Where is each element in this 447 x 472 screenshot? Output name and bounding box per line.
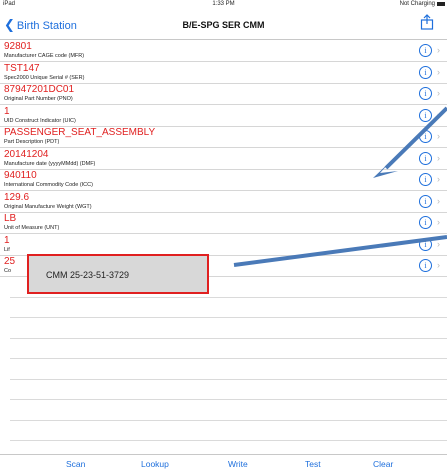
field-value: TST147 xyxy=(4,62,40,74)
field-value: 1 xyxy=(4,105,10,117)
field-value: PASSENGER_SEAT_ASSEMBLY xyxy=(4,127,156,138)
list-item[interactable]: PASSENGER_SEAT_ASSEMBLY Part Description … xyxy=(0,126,447,148)
list-item[interactable]: 940110 International Commodity Code (ICC)… xyxy=(0,169,447,191)
charging-status: Not Charging xyxy=(399,1,435,7)
page-title: B/E-SPG SER CMM xyxy=(182,20,265,30)
tab-clear[interactable]: Clear xyxy=(373,459,393,469)
list-item[interactable]: 87947201DC01 Original Part Number (PNO) i › xyxy=(0,83,447,105)
info-icon[interactable]: i xyxy=(419,173,432,186)
field-value: LB xyxy=(4,213,17,224)
cmm-callout-text: CMM 25-23-51-3729 xyxy=(46,270,130,280)
empty-row-separator xyxy=(10,378,447,380)
disclosure-chevron-icon: › xyxy=(437,217,440,227)
disclosure-chevron-icon: › xyxy=(437,66,440,77)
field-label: Manufacture date (yyyyMMdd) (DMF) xyxy=(4,160,96,167)
empty-row-separator xyxy=(10,399,447,400)
cmm-callout: CMM 25-23-51-3729 xyxy=(27,254,209,294)
disclosure-chevron-icon: › xyxy=(437,260,440,270)
disclosure-chevron-icon: › xyxy=(437,238,440,249)
info-icon[interactable]: i xyxy=(419,216,432,229)
info-icon[interactable]: i xyxy=(419,259,432,272)
info-icon[interactable]: i xyxy=(419,151,432,165)
disclosure-chevron-icon: › xyxy=(437,195,440,206)
info-icon[interactable]: i xyxy=(419,108,432,122)
info-icon[interactable]: i xyxy=(419,194,432,208)
list-item[interactable]: 20141204 Manufacture date (yyyyMMdd) (DMF… xyxy=(0,148,447,170)
disclosure-chevron-icon: › xyxy=(437,109,440,120)
disclosure-chevron-icon: › xyxy=(437,45,440,55)
empty-row-separator xyxy=(10,317,447,318)
tab-lookup[interactable]: Lookup xyxy=(141,459,169,469)
field-label: UID Construct Indicator (UIC) xyxy=(4,117,76,124)
status-bar: iPad 1:33 PM Not Charging xyxy=(0,0,447,9)
info-icon[interactable]: i xyxy=(419,44,432,57)
list-item[interactable]: TST147 Spec2000 Unique Serial # (SER) i › xyxy=(0,62,447,84)
disclosure-chevron-icon: › xyxy=(437,174,440,184)
empty-row-separator xyxy=(10,337,447,339)
info-icon[interactable]: i xyxy=(419,130,432,143)
disclosure-chevron-icon: › xyxy=(437,131,440,141)
field-value: 92801 xyxy=(4,41,32,52)
info-icon[interactable]: i xyxy=(419,87,432,100)
disclosure-chevron-icon: › xyxy=(437,152,440,163)
field-label: International Commodity Code (ICC) xyxy=(4,182,93,188)
field-label: Spec2000 Unique Serial # (SER) xyxy=(4,74,85,81)
list-item[interactable]: 1 Lif i › xyxy=(0,234,447,256)
field-value: 25 xyxy=(4,256,16,267)
field-value: 1 xyxy=(4,234,10,246)
list-item[interactable]: 129.6 Original Manufacture Weight (WGT) i › xyxy=(0,191,447,213)
list-item[interactable]: LB Unit of Measure (UNT) i › xyxy=(0,212,447,234)
field-label: Lif xyxy=(4,246,10,253)
field-label: Original Manufacture Weight (WGT) xyxy=(4,203,92,210)
field-value: 20141204 xyxy=(4,148,49,160)
share-icon[interactable] xyxy=(420,14,434,30)
tab-scan[interactable]: Scan xyxy=(66,459,85,469)
field-value: 129.6 xyxy=(4,191,30,203)
list-item[interactable]: 92801 Manufacturer CAGE code (MFR) i › xyxy=(0,40,447,62)
empty-row-separator xyxy=(10,296,447,298)
empty-row-separator xyxy=(10,419,447,421)
battery-icon xyxy=(437,2,445,6)
navigation-bar: ❮ Birth Station B/E-SPG SER CMM xyxy=(0,9,447,40)
info-icon[interactable]: i xyxy=(419,237,432,251)
clock: 1:33 PM xyxy=(212,1,235,7)
list-item[interactable]: 1 UID Construct Indicator (UIC) i › xyxy=(0,105,447,127)
field-label: Manufacturer CAGE code (MFR) xyxy=(4,53,85,59)
field-label: Unit of Measure (UNT) xyxy=(4,225,60,231)
empty-row-separator xyxy=(10,358,447,359)
field-value: 87947201DC01 xyxy=(4,84,75,95)
field-label: Co xyxy=(4,268,12,274)
empty-row-separator xyxy=(10,440,447,441)
tab-write[interactable]: Write xyxy=(228,459,248,469)
tab-test[interactable]: Test xyxy=(305,459,321,469)
field-value: 940110 xyxy=(4,170,37,181)
field-label: Original Part Number (PNO) xyxy=(4,96,73,102)
info-icon[interactable]: i xyxy=(419,65,432,79)
disclosure-chevron-icon: › xyxy=(437,88,440,98)
field-label: Part Description (PDT) xyxy=(4,139,60,145)
tab-bar: Scan Lookup Write Test Clear xyxy=(0,454,447,472)
